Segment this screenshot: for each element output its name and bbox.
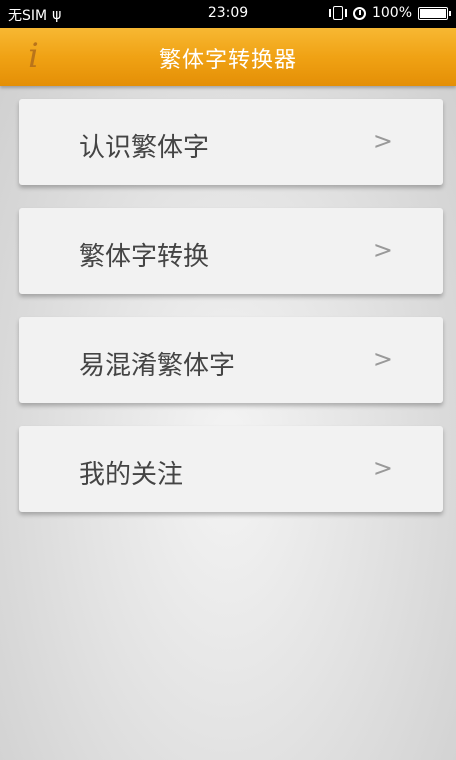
menu-item-convert[interactable]: 繁体字转换 > xyxy=(19,208,443,294)
battery-icon xyxy=(418,6,451,20)
chevron-right-icon: > xyxy=(372,454,393,482)
menu-item-confusing-chars[interactable]: 易混淆繁体字 > xyxy=(19,317,443,403)
battery-fill xyxy=(420,8,446,18)
alarm-icon xyxy=(352,6,366,20)
chevron-right-icon: > xyxy=(372,236,393,264)
vibrate-icon xyxy=(328,6,347,20)
status-bar: 无SIM ψ 23:09 100% xyxy=(0,0,456,28)
menu-item-my-favorites[interactable]: 我的关注 > xyxy=(19,426,443,512)
chevron-right-icon: > xyxy=(372,127,393,155)
menu-item-label: 易混淆繁体字 xyxy=(79,351,236,381)
menu-item-label: 我的关注 xyxy=(79,460,184,490)
menu-item-label: 认识繁体字 xyxy=(79,133,210,163)
title-bar: i 繁体字转换器 xyxy=(0,28,456,86)
menu-item-learn-traditional[interactable]: 认识繁体字 > xyxy=(19,99,443,185)
battery-percent: 100% xyxy=(371,5,412,21)
menu-item-label: 繁体字转换 xyxy=(79,242,210,272)
page-title: 繁体字转换器 xyxy=(158,48,297,73)
chevron-right-icon: > xyxy=(372,345,393,373)
status-icons: 100% xyxy=(328,5,451,21)
